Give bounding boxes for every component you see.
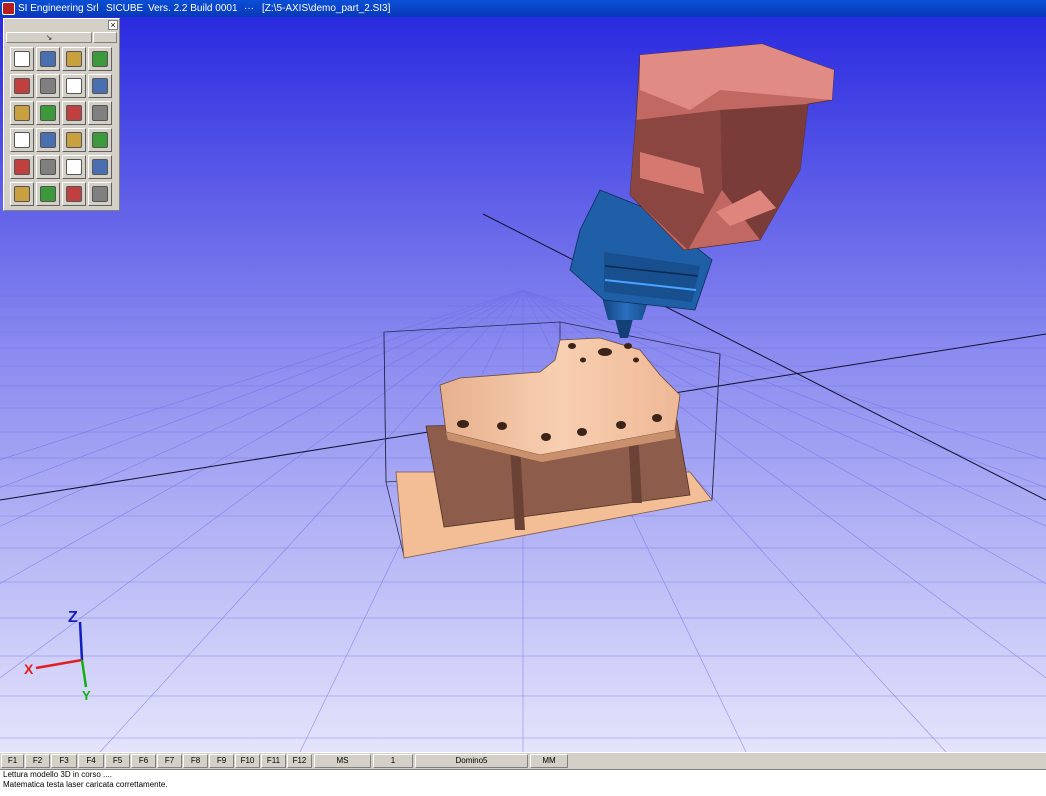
message-log: Lettura modello 3D in corso .... Matemat…	[0, 769, 1046, 796]
f9-button[interactable]: F9	[209, 754, 234, 768]
f4-button[interactable]: F4	[78, 754, 104, 768]
tool-button[interactable]	[10, 155, 34, 179]
trajectory-icon	[66, 78, 82, 94]
tool-button[interactable]	[10, 128, 34, 152]
app-icon[interactable]	[2, 2, 15, 15]
status-index: 1	[373, 754, 413, 768]
f10-button[interactable]: F10	[235, 754, 260, 768]
f8-button[interactable]: F8	[183, 754, 208, 768]
tool-button[interactable]	[62, 47, 86, 71]
book-icon	[14, 186, 30, 202]
tool-button[interactable]	[88, 101, 112, 125]
print-setup-icon	[92, 51, 108, 67]
edit-pen-icon	[66, 132, 82, 148]
tool-button[interactable]	[10, 101, 34, 125]
f3-button[interactable]: F3	[51, 754, 77, 768]
function-key-bar: F1 F2 F3 F4 F5 F6 F7 F8 F9 F10 F11 F12 M…	[0, 752, 1046, 769]
tool-button[interactable]	[88, 74, 112, 98]
list-icon	[66, 159, 82, 175]
laser-warning-icon	[14, 132, 30, 148]
grid-palette-icon	[92, 132, 108, 148]
tool-button[interactable]	[36, 128, 60, 152]
tool-palette[interactable]: × ↘	[3, 18, 120, 211]
axis-x-label: X	[24, 661, 34, 677]
cd-icon	[66, 186, 82, 202]
save-as-icon	[66, 51, 82, 67]
tool-palette-tabs: ↘	[6, 32, 117, 44]
message-line: Lettura modello 3D in corso ....	[3, 770, 112, 779]
tool-palette-close-button[interactable]: ×	[108, 20, 118, 30]
tool-button[interactable]	[36, 101, 60, 125]
message-line: Matematica testa laser caricata corretta…	[3, 780, 168, 789]
tool-button[interactable]	[62, 182, 86, 206]
tool-path-icon	[40, 159, 56, 175]
status-profile: Domino5	[415, 754, 528, 768]
f5-button[interactable]: F5	[105, 754, 130, 768]
status-mode: MS	[314, 754, 371, 768]
tool-button[interactable]	[36, 155, 60, 179]
save-icon	[40, 51, 56, 67]
f1-button[interactable]: F1	[1, 754, 24, 768]
new-file-icon	[14, 51, 30, 67]
column-icon	[92, 159, 108, 175]
drawer-icon	[92, 105, 108, 121]
zoom-icon	[92, 78, 108, 94]
tool-button[interactable]	[88, 128, 112, 152]
tool-button[interactable]	[10, 47, 34, 71]
tool-button[interactable]	[10, 74, 34, 98]
globe-icon	[14, 105, 30, 121]
tool-button[interactable]	[88, 47, 112, 71]
tool-button[interactable]	[36, 47, 60, 71]
tab-tools[interactable]: ↘	[6, 32, 92, 43]
tool-button[interactable]	[88, 182, 112, 206]
axis-y-label: Y	[82, 688, 91, 703]
axis-z-label: Z	[68, 609, 78, 626]
box-view-icon	[14, 78, 30, 94]
tool-button[interactable]	[62, 101, 86, 125]
tool-button[interactable]	[62, 128, 86, 152]
title-bar: SI Engineering Srl SICUBE Vers. 2.2 Buil…	[0, 0, 1046, 17]
tool-palette-header[interactable]	[4, 19, 119, 32]
app-name: SICUBE	[106, 3, 144, 14]
f2-button[interactable]: F2	[25, 754, 50, 768]
camera-view-icon	[40, 132, 56, 148]
company-name: SI Engineering Srl	[18, 3, 99, 14]
tool-button[interactable]	[36, 74, 60, 98]
exit-icon	[92, 186, 108, 202]
tool-button[interactable]	[88, 155, 112, 179]
tab-extra[interactable]	[93, 32, 117, 43]
tool-edit-icon	[66, 105, 82, 121]
help-icon	[14, 159, 30, 175]
3d-viewport[interactable]: Z X Y	[0, 17, 1046, 752]
status-units: MM	[530, 754, 568, 768]
title-separator: ···	[244, 3, 254, 14]
tool-button[interactable]	[36, 182, 60, 206]
move-icon	[40, 78, 56, 94]
f11-button[interactable]: F11	[261, 754, 286, 768]
f7-button[interactable]: F7	[157, 754, 182, 768]
tool-button[interactable]	[62, 74, 86, 98]
app-version: Vers. 2.2 Build 0001	[148, 3, 238, 14]
f6-button[interactable]: F6	[131, 754, 156, 768]
tool-button[interactable]	[10, 182, 34, 206]
file-path: [Z:\5-AXIS\demo_part_2.SI3]	[262, 3, 391, 14]
undo-icon	[40, 186, 56, 202]
machine-icon	[40, 105, 56, 121]
f12-button[interactable]: F12	[287, 754, 312, 768]
tool-button[interactable]	[62, 155, 86, 179]
